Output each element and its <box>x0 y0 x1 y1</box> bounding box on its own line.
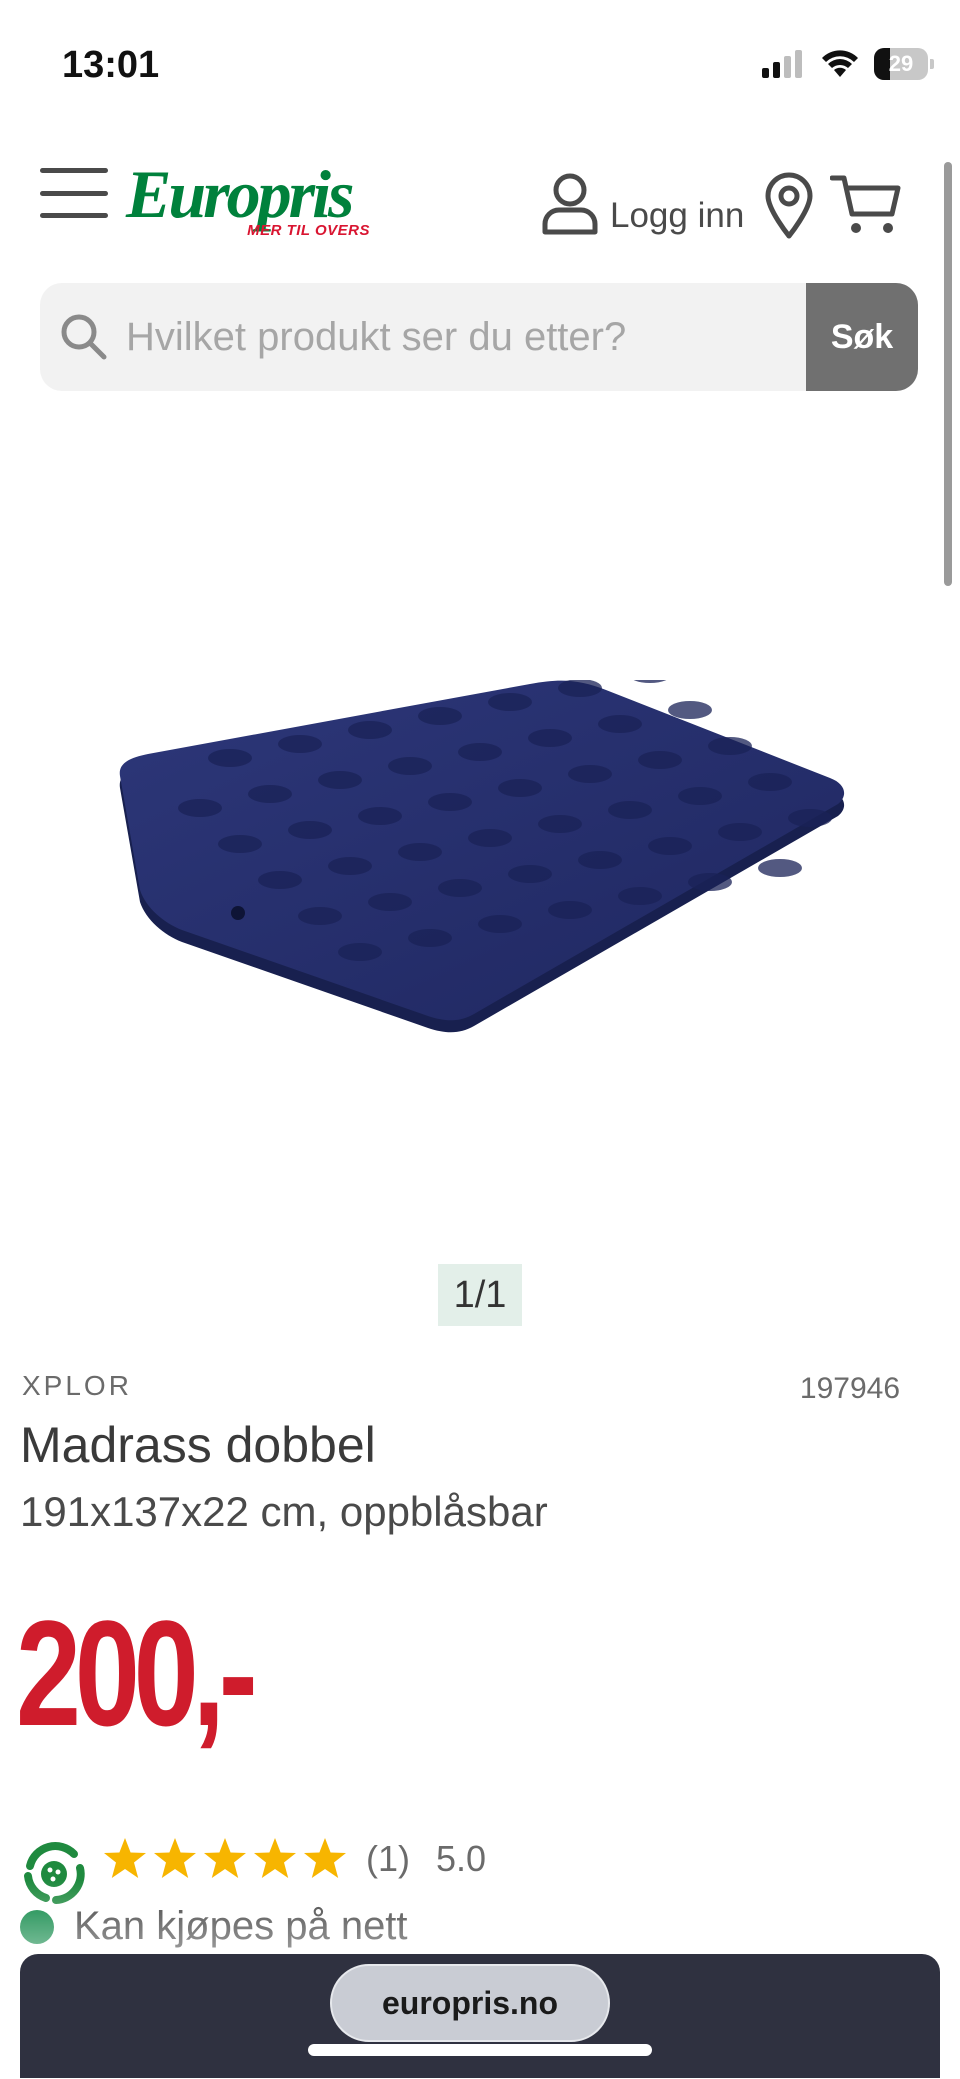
menu-button[interactable] <box>40 168 108 218</box>
logo-tagline: MER TIL OVERS <box>247 222 370 239</box>
location-pin-icon[interactable] <box>764 172 814 240</box>
star-icon <box>154 1838 196 1878</box>
image-counter: 1/1 <box>438 1264 522 1326</box>
status-time: 13:01 <box>62 44 160 86</box>
battery-icon: 29 <box>874 48 934 80</box>
menu-icon <box>40 168 108 173</box>
europris-logo[interactable]: Europris MER TIL OVERS <box>126 160 378 246</box>
product-page: 13:01 29 Europris MER TIL OVERS Logg inn… <box>0 0 960 2079</box>
url-bar[interactable]: europris.no <box>330 1964 610 2042</box>
cellular-signal-icon <box>762 50 802 78</box>
rating-average: 5.0 <box>436 1838 487 1879</box>
login-label: Logg inn <box>610 196 745 235</box>
user-icon <box>542 173 598 235</box>
product-brand[interactable]: XPLOR <box>22 1370 132 1402</box>
product-title: Madrass dobbel <box>20 1417 376 1473</box>
status-icons: 29 <box>762 48 934 80</box>
search-input[interactable] <box>126 283 826 391</box>
search-button[interactable]: Søk <box>806 283 918 391</box>
battery-level: 29 <box>888 51 914 76</box>
login-button[interactable]: Logg inn <box>540 172 744 236</box>
page-scrollbar[interactable] <box>944 162 952 586</box>
home-indicator[interactable] <box>308 2044 652 2056</box>
recycle-badge-icon[interactable] <box>16 1836 92 1912</box>
star-icon <box>104 1838 146 1878</box>
star-icon <box>304 1838 346 1878</box>
search-icon <box>61 314 107 360</box>
availability-dot-icon <box>20 1909 54 1944</box>
logo-wordmark: Europris <box>126 156 354 232</box>
rating-stars <box>102 1836 348 1882</box>
product-sku: 197946 <box>799 1372 900 1405</box>
search-bar: Søk <box>40 283 918 391</box>
product-subtitle: 191x137x22 cm, oppblåsbar <box>20 1488 548 1535</box>
availability-status: Kan kjøpes på nett <box>20 1904 408 1949</box>
cart-icon[interactable] <box>830 172 902 238</box>
review-count[interactable]: (1) <box>366 1838 410 1880</box>
availability-text: Kan kjøpes på nett <box>74 1904 408 1948</box>
wifi-icon <box>822 50 858 77</box>
star-icon <box>204 1838 246 1878</box>
product-price: 200,- <box>16 1589 258 1757</box>
product-image[interactable] <box>110 680 850 1050</box>
star-icon <box>254 1838 296 1878</box>
